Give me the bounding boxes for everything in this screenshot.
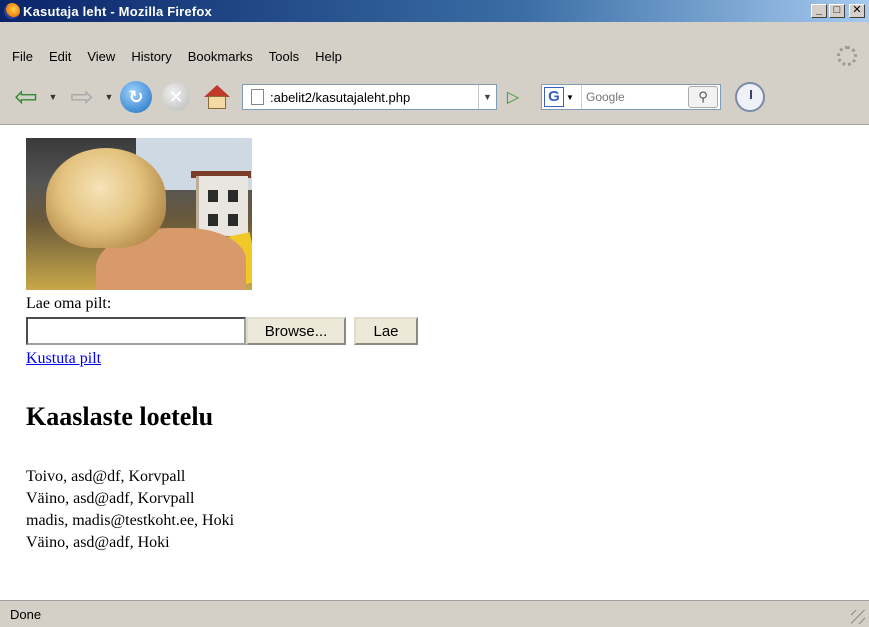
menu-edit[interactable]: Edit	[41, 49, 79, 64]
menu-tools[interactable]: Tools	[261, 49, 307, 64]
status-text: Done	[10, 606, 42, 622]
list-item: Toivo, asd@df, Korvpall	[26, 468, 186, 485]
close-button[interactable]: ✕	[849, 4, 865, 18]
friends-list: Toivo, asd@df, Korvpall Väino, asd@adf, …	[26, 466, 234, 554]
menu-bookmarks[interactable]: Bookmarks	[180, 49, 261, 64]
reload-icon[interactable]: ↻	[120, 81, 152, 113]
navigation-toolbar: ⇦ ▼ ⇨ ▼ ↻ ✕ :abelit2/kasutajaleht.php ▼ …	[0, 72, 869, 122]
search-input[interactable]	[582, 90, 688, 104]
menu-history[interactable]: History	[123, 49, 179, 64]
google-engine-icon: G	[544, 87, 564, 107]
menu-help[interactable]: Help	[307, 49, 350, 64]
forward-history-dropdown-icon[interactable]: ▼	[104, 92, 114, 102]
page-icon	[251, 89, 264, 105]
forward-arrow-icon[interactable]: ⇨	[64, 83, 100, 111]
home-icon[interactable]	[200, 81, 234, 113]
go-icon[interactable]: ▷	[499, 84, 527, 110]
window-controls: _ □ ✕	[811, 4, 865, 18]
back-history-dropdown-icon[interactable]: ▼	[48, 92, 58, 102]
maximize-button[interactable]: □	[829, 4, 845, 18]
stop-icon[interactable]: ✕	[162, 83, 190, 111]
upload-label: Lae oma pilt:	[26, 295, 112, 312]
search-engine-selector[interactable]: G ▼	[542, 85, 582, 109]
delete-photo-link[interactable]: Kustuta pilt	[26, 350, 101, 368]
browse-button[interactable]: Browse...	[246, 317, 346, 345]
throbber-icon	[837, 46, 857, 66]
back-arrow-icon[interactable]: ⇦	[8, 83, 44, 111]
menu-view[interactable]: View	[79, 49, 123, 64]
page-content: Lae oma pilt: Browse... Lae Kustuta pilt…	[0, 124, 869, 600]
resize-grip-icon[interactable]	[851, 610, 865, 624]
minimize-button[interactable]: _	[811, 4, 827, 18]
clock-icon[interactable]	[735, 82, 765, 112]
window-titlebar[interactable]: Kasutaja leht - Mozilla Firefox _ □ ✕	[0, 0, 869, 22]
list-item: madis, madis@testkoht.ee, Hoki	[26, 512, 235, 529]
menu-bar: File Edit View History Bookmarks Tools H…	[0, 42, 869, 70]
firefox-logo-icon	[4, 3, 20, 19]
url-dropdown-icon[interactable]: ▼	[478, 85, 496, 109]
engine-dropdown-icon: ▼	[566, 92, 574, 102]
status-bar: Done	[0, 600, 869, 627]
file-path-input[interactable]	[26, 317, 246, 345]
window-title: Kasutaja leht - Mozilla Firefox	[23, 3, 212, 19]
list-item: Väino, asd@adf, Hoki	[26, 534, 170, 551]
menu-file[interactable]: File	[4, 49, 41, 64]
list-item: Väino, asd@adf, Korvpall	[26, 490, 195, 507]
address-bar[interactable]: :abelit2/kasutajaleht.php ▼	[242, 84, 497, 110]
magnifier-icon[interactable]: ⚲	[688, 86, 718, 108]
search-bar: G ▼ ⚲	[541, 84, 721, 110]
upload-button[interactable]: Lae	[354, 317, 418, 345]
profile-photo	[26, 138, 252, 290]
upload-form: Browse... Lae	[26, 317, 418, 345]
url-input[interactable]: :abelit2/kasutajaleht.php	[270, 90, 478, 105]
friends-heading: Kaaslaste loetelu	[26, 402, 214, 431]
